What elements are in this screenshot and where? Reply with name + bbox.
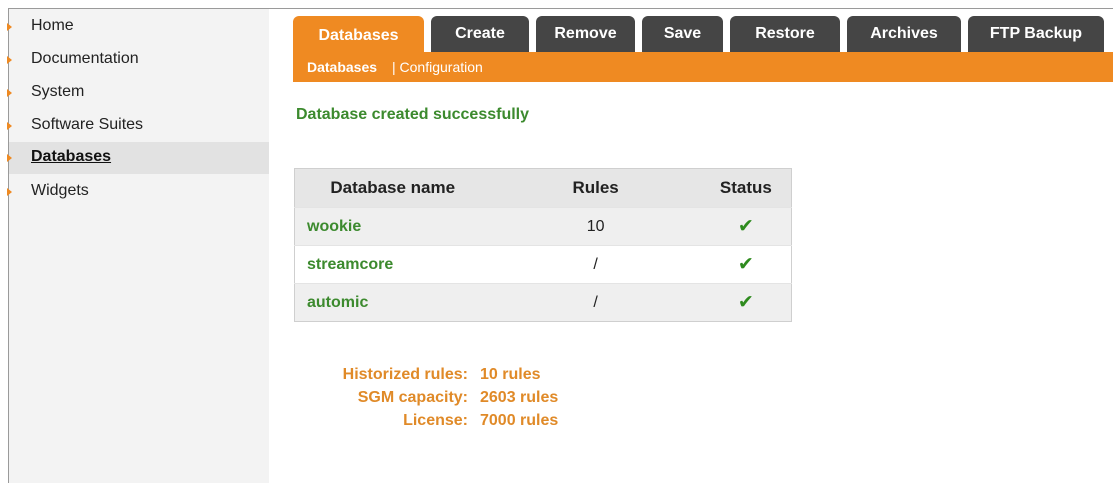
table-header-row: Database name Rules Status xyxy=(294,168,792,208)
check-icon: ✔ xyxy=(737,216,754,237)
license-label: License: xyxy=(403,412,468,429)
summary-labels: Historized rules: SGM capacity: License: xyxy=(296,366,468,435)
database-table: Database name Rules Status wookie 10 ✔ s… xyxy=(294,168,792,322)
status-cell: ✔ xyxy=(700,245,792,284)
sidebar-item-documentation[interactable]: Documentation xyxy=(7,44,269,76)
tab-remove[interactable]: Remove xyxy=(536,16,635,52)
sidebar-item-label: System xyxy=(31,83,85,100)
sidebar-item-widgets[interactable]: Widgets xyxy=(7,176,269,208)
subnav-configuration[interactable]: | Configuration xyxy=(392,59,483,75)
bullet-icon xyxy=(7,154,12,162)
tab-restore[interactable]: Restore xyxy=(730,16,840,52)
sgm-capacity-value: 2603 rules xyxy=(480,389,559,406)
sidebar-item-databases[interactable]: Databases xyxy=(7,142,269,174)
check-icon: ✔ xyxy=(737,254,754,275)
historized-rules-label: Historized rules: xyxy=(342,366,468,383)
sidebar-item-system[interactable]: System xyxy=(7,77,269,109)
tab-databases[interactable]: Databases xyxy=(293,16,424,56)
database-link[interactable]: wookie xyxy=(307,218,361,235)
sidebar-item-software-suites[interactable]: Software Suites xyxy=(7,110,269,142)
column-header-rules: Rules xyxy=(490,168,701,208)
rules-cell: 10 xyxy=(490,207,701,246)
success-message: Database created successfully xyxy=(296,106,530,123)
table-row: automic / ✔ xyxy=(294,283,792,322)
tab-save[interactable]: Save xyxy=(642,16,723,52)
column-header-database-name: Database name xyxy=(294,168,491,208)
subnav-databases[interactable]: Databases xyxy=(307,59,377,75)
check-icon: ✔ xyxy=(737,292,754,313)
database-name-cell: automic xyxy=(294,283,491,322)
bullet-icon xyxy=(7,23,12,31)
bullet-icon xyxy=(7,122,12,130)
status-cell: ✔ xyxy=(700,283,792,322)
database-link[interactable]: streamcore xyxy=(307,256,393,273)
table-row: streamcore / ✔ xyxy=(294,245,792,284)
bullet-icon xyxy=(7,56,12,64)
sidebar: Home Documentation System Software Suite… xyxy=(7,9,269,483)
database-link[interactable]: automic xyxy=(307,294,368,311)
bullet-icon xyxy=(7,188,12,196)
sub-navigation: Databases | Configuration xyxy=(293,52,1113,82)
tab-archives[interactable]: Archives xyxy=(847,16,961,52)
table-row: wookie 10 ✔ xyxy=(294,207,792,246)
sidebar-item-label: Databases xyxy=(31,148,112,165)
database-name-cell: wookie xyxy=(294,207,491,246)
rules-cell: / xyxy=(490,245,701,284)
sidebar-item-label: Software Suites xyxy=(31,116,144,133)
column-header-status: Status xyxy=(700,168,792,208)
sgm-capacity-label: SGM capacity: xyxy=(357,389,468,406)
rules-cell: / xyxy=(490,283,701,322)
database-name-cell: streamcore xyxy=(294,245,491,284)
sidebar-item-label: Widgets xyxy=(31,182,89,199)
status-cell: ✔ xyxy=(700,207,792,246)
historized-rules-value: 10 rules xyxy=(480,366,541,383)
tab-create[interactable]: Create xyxy=(431,16,529,52)
sidebar-item-label: Documentation xyxy=(31,50,139,67)
license-value: 7000 rules xyxy=(480,412,559,429)
tab-ftp-backup[interactable]: FTP Backup xyxy=(968,16,1104,52)
sidebar-item-label: Home xyxy=(31,17,74,34)
bullet-icon xyxy=(7,89,12,97)
sidebar-item-home[interactable]: Home xyxy=(7,11,269,43)
